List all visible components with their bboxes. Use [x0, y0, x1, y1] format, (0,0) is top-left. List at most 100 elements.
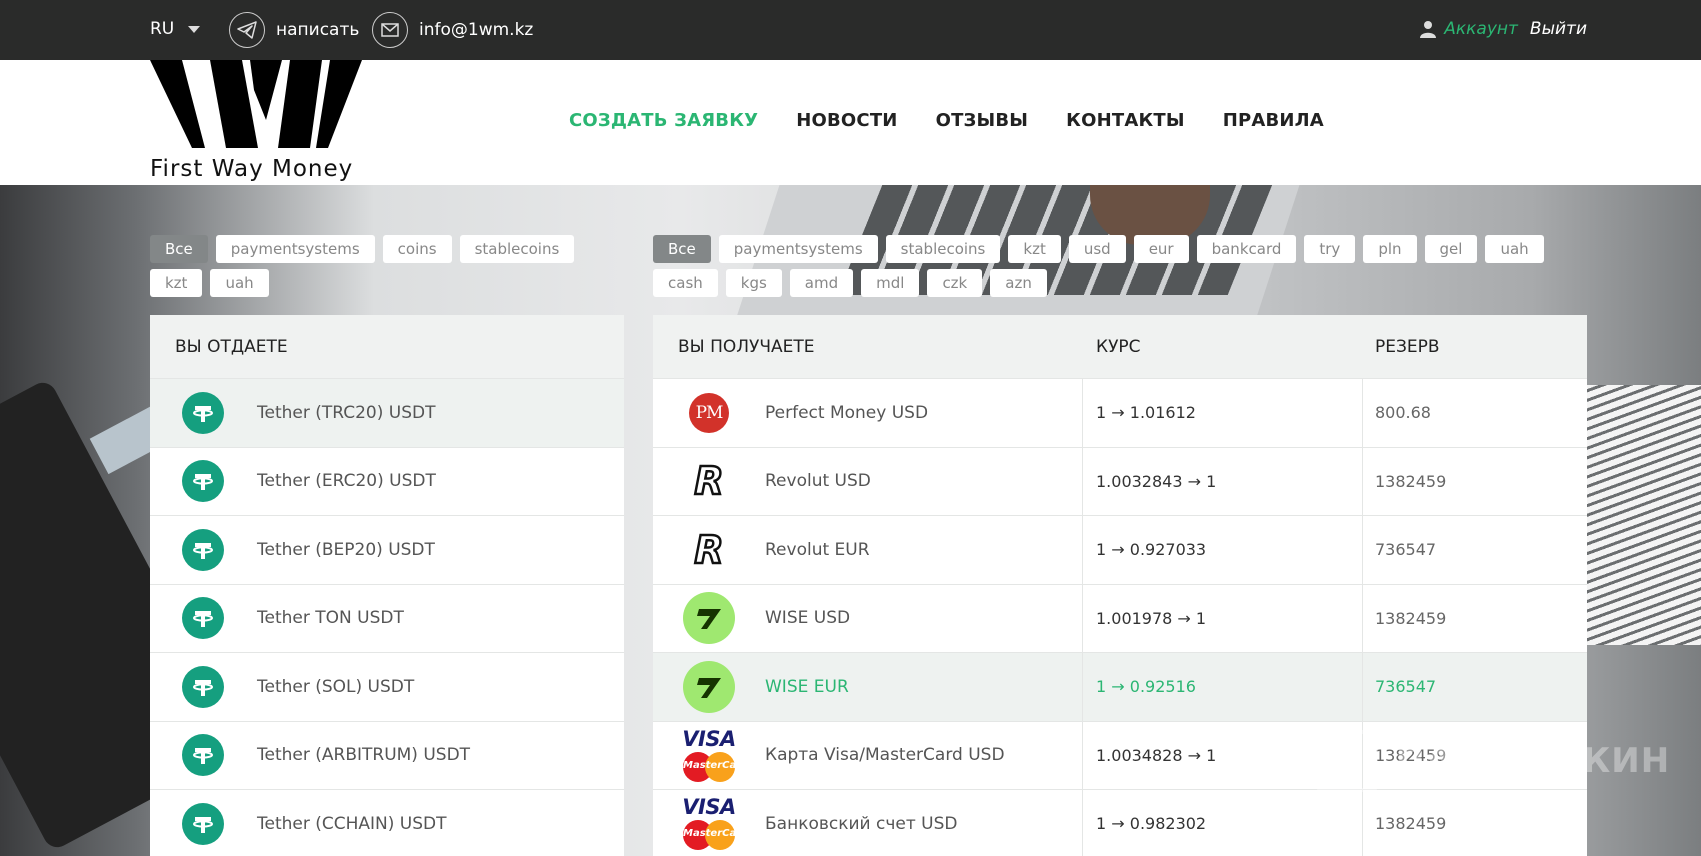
currency-name: Perfect Money USD [765, 402, 929, 423]
perfect-money-icon: PM [689, 392, 729, 433]
table-row[interactable]: R Revolut USD 1.0032843 → 1 1382459 [653, 446, 1587, 515]
currency-name: Банковский счет USD [765, 813, 958, 834]
table-row[interactable]: PM Perfect Money USD 1 → 1.01612 800.68 [653, 378, 1587, 447]
give-row[interactable]: Tether (CCHAIN) USDT [150, 789, 624, 856]
get-filter-stablecoins[interactable]: stablecoins [885, 235, 1001, 263]
nav-contacts[interactable]: КОНТАКТЫ [1066, 110, 1185, 131]
get-filter-czk[interactable]: czk [927, 269, 983, 297]
get-filter-try[interactable]: try [1304, 235, 1356, 263]
give-row[interactable]: Tether (ARBITRUM) USDT [150, 720, 624, 790]
nav-create-order[interactable]: СОЗДАТЬ ЗАЯВКУ [569, 110, 758, 131]
visa-mastercard-icon: VISA MasterCard [682, 728, 749, 782]
give-row[interactable]: Tether (TRC20) USDT [150, 378, 624, 447]
tether-icon [182, 528, 224, 571]
rate-value: 1.001978 → 1 [1083, 584, 1363, 652]
mail-icon [372, 12, 408, 48]
mastercard-label: MasterCard [683, 828, 749, 840]
get-filter-amd[interactable]: amd [789, 269, 854, 297]
telegram-icon [229, 12, 265, 48]
revolut-icon: R [693, 527, 725, 572]
get-filter-usd[interactable]: usd [1068, 235, 1126, 263]
nav-reviews[interactable]: ОТЗЫВЫ [936, 110, 1029, 131]
table-row[interactable]: VISA MasterCard Банковский счет USD 1 → … [653, 789, 1587, 856]
rate-heading: КУРС [1096, 336, 1141, 357]
get-heading: ВЫ ПОЛУЧАЕТЕ [678, 336, 815, 357]
rate-value: 1 → 0.92516 [1083, 653, 1363, 721]
rate-value: 1 → 1.01612 [1083, 379, 1363, 447]
give-item-label: Tether (BEP20) USDT [257, 539, 435, 560]
give-row[interactable]: Tether (SOL) USDT [150, 652, 624, 721]
logo-text: First Way Money [150, 156, 354, 182]
visa-label: VISA [682, 795, 736, 820]
get-filter-mdl[interactable]: mdl [861, 269, 920, 297]
chevron-down-icon [188, 25, 201, 33]
get-filter-pln[interactable]: pln [1363, 235, 1417, 263]
tether-icon [182, 734, 224, 777]
give-row[interactable]: Tether TON USDT [150, 583, 624, 653]
language-selector[interactable]: RU [150, 19, 201, 39]
get-filter-kzt[interactable]: kzt [1008, 235, 1061, 263]
rate-value: 1 → 0.982302 [1083, 790, 1363, 856]
tether-icon [182, 802, 224, 845]
revolut-icon: R [693, 459, 725, 504]
tether-icon [182, 665, 224, 708]
tether-icon [182, 460, 224, 503]
get-filter-bankcard[interactable]: bankcard [1196, 235, 1297, 263]
get-filter-all[interactable]: Все [653, 235, 711, 263]
reserve-value: 800.68 [1375, 403, 1431, 423]
rate-value: 1.0032843 → 1 [1083, 447, 1363, 515]
table-row[interactable]: R Revolut EUR 1 → 0.927033 736547 [653, 515, 1587, 584]
tether-icon [182, 391, 224, 434]
visa-mastercard-icon: VISA MasterCard [682, 795, 749, 851]
reserve-value: 736547 [1375, 540, 1437, 560]
get-filter-cash[interactable]: cash [653, 269, 718, 297]
give-filter-stablecoins[interactable]: stablecoins [459, 235, 575, 263]
give-filter-all[interactable]: Все [150, 235, 208, 263]
language-label: RU [150, 19, 175, 39]
give-item-label: Tether (SOL) USDT [257, 676, 415, 697]
table-row[interactable]: WISE EUR 1 → 0.92516 736547 [653, 652, 1587, 721]
telegram-label: написать [276, 20, 360, 40]
email-link[interactable]: info@1wm.kz [372, 12, 533, 48]
get-filter-uah[interactable]: uah [1485, 235, 1544, 263]
give-filter-uah[interactable]: uah [210, 269, 269, 297]
logout-link[interactable]: Выйти [1530, 19, 1587, 39]
give-item-label: Tether (ARBITRUM) USDT [257, 745, 471, 766]
give-filter-kzt[interactable]: kzt [150, 269, 203, 297]
reserve-value: 1382459 [1375, 608, 1447, 628]
reserve-value: 1382459 [1375, 814, 1447, 834]
main-nav: СОЗДАТЬ ЗАЯВКУ НОВОСТИ ОТЗЫВЫ КОНТАКТЫ П… [569, 110, 1324, 131]
get-filters: Все paymentsystems stablecoins kzt usd e… [653, 235, 1573, 297]
email-label: info@1wm.kz [419, 20, 534, 40]
get-table-header: ВЫ ПОЛУЧАЕТЕ КУРС РЕЗЕРВ [653, 315, 1587, 378]
reserve-heading: РЕЗЕРВ [1375, 336, 1440, 357]
give-filters: Все paymentsystems coins stablecoins kzt… [150, 235, 620, 297]
give-panel: ВЫ ОТДАЕТЕ Tether (TRC20) USDT Tether (E… [150, 315, 624, 856]
get-filter-paymentsystems[interactable]: paymentsystems [718, 235, 878, 263]
give-row[interactable]: Tether (BEP20) USDT [150, 515, 624, 584]
give-item-label: Tether TON USDT [257, 608, 404, 629]
get-filter-kgs[interactable]: kgs [725, 269, 782, 297]
currency-name: WISE USD [765, 608, 851, 629]
nav-rules[interactable]: ПРАВИЛА [1223, 110, 1324, 131]
wise-icon [683, 592, 735, 645]
give-filter-coins[interactable]: coins [382, 235, 452, 263]
currency-name: WISE EUR [765, 676, 849, 697]
give-row[interactable]: Tether (ERC20) USDT [150, 446, 624, 516]
table-row[interactable]: WISE USD 1.001978 → 1 1382459 [653, 583, 1587, 652]
nav-news[interactable]: НОВОСТИ [796, 110, 897, 131]
rate-value: 1 → 0.927033 [1083, 516, 1363, 584]
user-icon [1420, 21, 1437, 38]
get-filter-gel[interactable]: gel [1424, 235, 1478, 263]
account-area: Аккаунт Выйти [1420, 19, 1587, 39]
telegram-link[interactable]: написать [229, 12, 359, 48]
mastercard-label: MasterCard [683, 759, 749, 771]
currency-name: Карта Visa/MasterCard USD [765, 745, 1005, 766]
account-link[interactable]: Аккаунт [1444, 19, 1518, 39]
give-item-label: Tether (CCHAIN) USDT [257, 813, 447, 834]
give-filter-paymentsystems[interactable]: paymentsystems [215, 235, 375, 263]
get-filter-azn[interactable]: azn [990, 269, 1047, 297]
give-item-label: Tether (TRC20) USDT [257, 402, 436, 423]
tether-icon [182, 597, 224, 640]
get-filter-eur[interactable]: eur [1133, 235, 1189, 263]
